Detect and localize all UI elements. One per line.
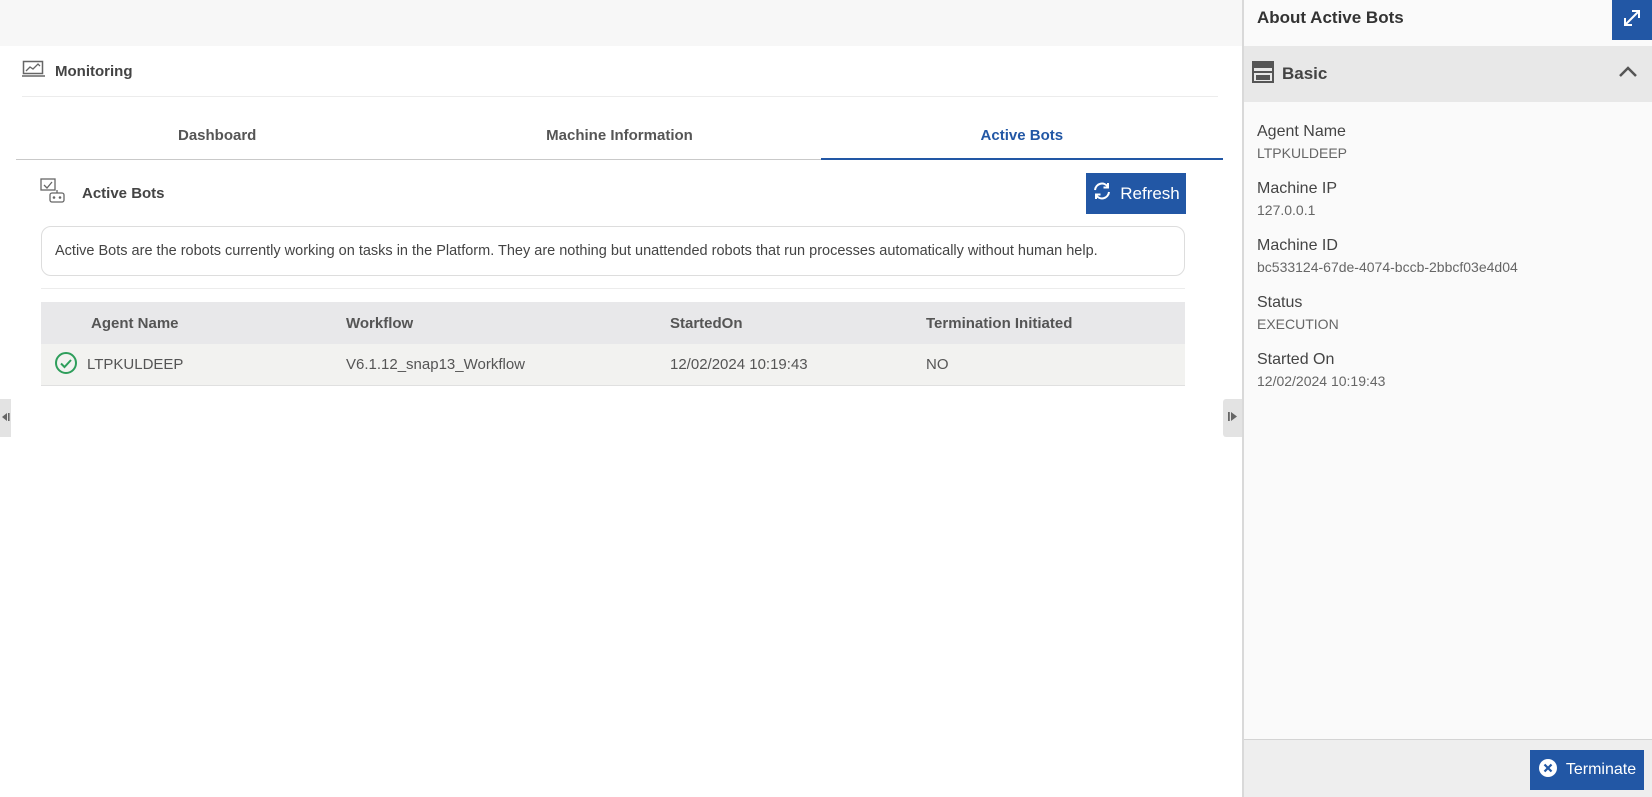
expand-button[interactable] — [1612, 0, 1652, 40]
basic-section-header[interactable]: Basic — [1244, 46, 1652, 102]
field-agent-name: Agent Name LTPKULDEEP — [1257, 122, 1518, 179]
section-title: Active Bots — [82, 184, 165, 202]
terminate-button[interactable]: Terminate — [1530, 750, 1644, 790]
field-value: 12/02/2024 10:19:43 — [1257, 373, 1386, 389]
field-machine-id: Machine ID bc533124-67de-4074-bccb-2bbcf… — [1257, 236, 1518, 293]
field-label: Started On — [1257, 351, 1335, 368]
field-machine-ip: Machine IP 127.0.0.1 — [1257, 179, 1518, 236]
module-title: Monitoring — [55, 62, 133, 80]
app-root: Monitoring Dashboard Machine Information… — [0, 0, 1652, 797]
check-circle-icon — [54, 351, 78, 379]
panel-title: About Active Bots — [1257, 8, 1404, 27]
collapse-right-icon — [1227, 409, 1238, 427]
refresh-icon — [1092, 182, 1112, 205]
section-header: Active Bots — [40, 178, 165, 208]
collapse-right-handle[interactable] — [1223, 399, 1242, 437]
table-row[interactable]: LTPKULDEEP V6.1.12_snap13_Workflow 12/02… — [41, 344, 1185, 386]
detail-fields: Agent Name LTPKULDEEP Machine IP 127.0.0… — [1257, 122, 1518, 407]
column-header-termination-initiated[interactable]: Termination Initiated — [926, 315, 1185, 332]
field-label: Status — [1257, 294, 1303, 311]
monitor-chart-icon — [22, 60, 45, 82]
top-bar — [0, 0, 1242, 46]
field-value: 127.0.0.1 — [1257, 202, 1316, 218]
terminate-label: Terminate — [1565, 761, 1637, 778]
section-grid-icon — [1252, 60, 1274, 88]
column-header-workflow[interactable]: Workflow — [346, 315, 670, 332]
close-circle-icon — [1538, 758, 1558, 783]
refresh-label: Refresh — [1120, 183, 1180, 203]
collapse-left-icon — [1, 409, 10, 427]
field-label: Machine IP — [1257, 180, 1338, 197]
row-status — [41, 351, 91, 379]
basic-section-label: Basic — [1282, 64, 1328, 83]
field-label: Machine ID — [1257, 237, 1338, 254]
cell-workflow: V6.1.12_snap13_Workflow — [346, 356, 526, 373]
active-bots-icon — [40, 178, 66, 208]
table-header: Agent Name Workflow StartedOn Terminatio… — [41, 302, 1185, 344]
chevron-up-icon[interactable] — [1618, 64, 1638, 83]
tab-active-bots[interactable]: Active Bots — [820, 112, 1223, 160]
cell-agent-name: LTPKULDEEP — [87, 356, 184, 373]
field-label: Agent Name — [1257, 123, 1346, 140]
details-panel: About Active Bots Basic Agent Name LTPKU… — [1242, 0, 1652, 797]
field-value: bc533124-67de-4074-bccb-2bbcf03e4d04 — [1257, 259, 1518, 275]
module-header: Monitoring — [22, 58, 132, 84]
field-value: LTPKULDEEP — [1257, 145, 1347, 161]
tab-dashboard[interactable]: Dashboard — [16, 112, 418, 159]
field-status: Status EXECUTION — [1257, 293, 1518, 350]
cell-termination-initiated: NO — [926, 356, 949, 373]
tab-machine-information[interactable]: Machine Information — [418, 112, 820, 159]
column-header-agent-name[interactable]: Agent Name — [91, 315, 346, 332]
column-header-started-on[interactable]: StartedOn — [670, 315, 926, 332]
panel-footer: Terminate — [1244, 739, 1652, 797]
tab-bar: Dashboard Machine Information Active Bot… — [16, 112, 1223, 160]
field-value: EXECUTION — [1257, 316, 1339, 332]
active-bots-table: Agent Name Workflow StartedOn Terminatio… — [41, 302, 1185, 386]
expand-icon — [1621, 7, 1643, 34]
collapse-left-handle[interactable] — [0, 399, 11, 437]
refresh-button[interactable]: Refresh — [1086, 173, 1186, 214]
description-box: Active Bots are the robots currently wor… — [41, 226, 1185, 276]
description-text: Active Bots are the robots currently wor… — [55, 243, 1098, 259]
cell-started-on: 12/02/2024 10:19:43 — [670, 356, 808, 373]
divider — [41, 288, 1185, 289]
divider — [22, 96, 1218, 97]
field-started-on: Started On 12/02/2024 10:19:43 — [1257, 350, 1518, 407]
main-area: Monitoring Dashboard Machine Information… — [0, 0, 1242, 797]
